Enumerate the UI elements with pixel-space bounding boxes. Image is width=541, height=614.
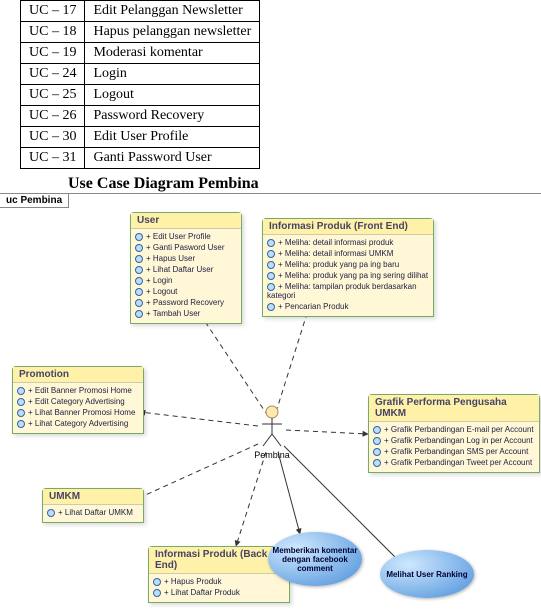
usecase-item: + Grafik Perbandingan Log in per Account xyxy=(373,435,535,446)
actor-pembina: Pembina xyxy=(252,404,292,460)
usecase-item: + Meliha: tampilan produk berdasarkan ka… xyxy=(267,281,429,301)
bullet-icon xyxy=(267,272,275,280)
table-row: UC – 31Ganti Password User xyxy=(21,148,260,169)
bullet-icon xyxy=(267,250,275,258)
usecase-item: + Grafik Perbandingan SMS per Account xyxy=(373,446,535,457)
use-case-table: UC – 17Edit Pelanggan Newsletter UC – 18… xyxy=(20,0,260,169)
package-title: Promotion xyxy=(13,367,143,383)
uc-name: Hapus pelanggan newsletter xyxy=(85,22,260,43)
usecase-item: + Meliha: produk yang pa ing sering dili… xyxy=(267,270,429,281)
actor-icon xyxy=(257,404,287,448)
uc-code: UC – 19 xyxy=(21,43,85,64)
usecase-item: + Lihat Daftar UMKM xyxy=(47,507,139,518)
uc-code: UC – 31 xyxy=(21,148,85,169)
frame-label: uc Pembina xyxy=(0,194,69,208)
use-case-diagram: uc Pembina User + Edit User Profile + Ga… xyxy=(0,193,541,614)
bullet-icon xyxy=(267,239,275,247)
bullet-icon xyxy=(17,420,25,428)
bullet-icon xyxy=(17,398,25,406)
uc-name: Ganti Password User xyxy=(85,148,260,169)
package-title: Informasi Produk (Front End) xyxy=(263,219,433,235)
usecase-item: + Password Recovery xyxy=(135,297,237,308)
usecase-item: + Grafik Perbandingan E-mail per Account xyxy=(373,424,535,435)
usecase-item: + Grafik Perbandingan Tweet per Account xyxy=(373,457,535,468)
package-title: Grafik Performa Pengusaha UMKM xyxy=(369,395,539,422)
table-row: UC – 18Hapus pelanggan newsletter xyxy=(21,22,260,43)
usecase-item: + Hapus User xyxy=(135,253,237,264)
bullet-icon xyxy=(153,589,161,597)
package-title: User xyxy=(131,213,241,229)
bullet-icon xyxy=(373,448,381,456)
usecase-item: + Pencarian Produk xyxy=(267,301,429,312)
bullet-icon xyxy=(135,266,143,274)
bullet-icon xyxy=(47,509,55,517)
bullet-icon xyxy=(135,244,143,252)
package-promotion: Promotion + Edit Banner Promosi Home + E… xyxy=(12,366,144,434)
uc-code: UC – 18 xyxy=(21,22,85,43)
table-row: UC – 19Moderasi komentar xyxy=(21,43,260,64)
bullet-icon xyxy=(267,261,275,269)
bullet-icon xyxy=(17,409,25,417)
usecase-comment: Memberikan komentar dengan facebook comm… xyxy=(268,532,362,586)
package-info-front: Informasi Produk (Front End) + Meliha: d… xyxy=(262,218,434,317)
uc-code: UC – 26 xyxy=(21,106,85,127)
usecase-item: + Edit Banner Promosi Home xyxy=(17,385,139,396)
usecase-item: + Hapus Produk xyxy=(153,576,285,587)
table-row: UC – 25Logout xyxy=(21,85,260,106)
usecase-item: + Meliha: produk yang pa ing baru xyxy=(267,259,429,270)
usecase-item: + Meliha: detail informasi produk xyxy=(267,237,429,248)
bullet-icon xyxy=(135,255,143,263)
package-grafik: Grafik Performa Pengusaha UMKM + Grafik … xyxy=(368,394,540,473)
uc-code: UC – 24 xyxy=(21,64,85,85)
bullet-icon xyxy=(135,299,143,307)
table-row: UC – 17Edit Pelanggan Newsletter xyxy=(21,1,260,22)
bullet-icon xyxy=(135,277,143,285)
package-umkm: UMKM + Lihat Daftar UMKM xyxy=(42,488,144,523)
bullet-icon xyxy=(373,459,381,467)
table-row: UC – 26Password Recovery xyxy=(21,106,260,127)
bullet-icon xyxy=(373,437,381,445)
uc-name: Login xyxy=(85,64,260,85)
uc-name: Edit User Profile xyxy=(85,127,260,148)
diagram-title: Use Case Diagram Pembina xyxy=(68,175,541,193)
actor-label: Pembina xyxy=(252,450,292,460)
table-row: UC – 30Edit User Profile xyxy=(21,127,260,148)
usecase-item: + Edit Category Advertising xyxy=(17,396,139,407)
bullet-icon xyxy=(267,283,275,291)
usecase-item: + Edit User Profile xyxy=(135,231,237,242)
uc-name: Edit Pelanggan Newsletter xyxy=(85,1,260,22)
table-row: UC – 24Login xyxy=(21,64,260,85)
bullet-icon xyxy=(135,233,143,241)
bullet-icon xyxy=(267,303,275,311)
bullet-icon xyxy=(17,387,25,395)
bullet-icon xyxy=(153,578,161,586)
bullet-icon xyxy=(135,288,143,296)
uc-code: UC – 30 xyxy=(21,127,85,148)
uc-code: UC – 25 xyxy=(21,85,85,106)
usecase-item: + Meliha: detail informasi UMKM xyxy=(267,248,429,259)
bullet-icon xyxy=(135,310,143,318)
usecase-item: + Ganti Pasword User xyxy=(135,242,237,253)
uc-name: Moderasi komentar xyxy=(85,43,260,64)
usecase-item: + Tambah User xyxy=(135,308,237,319)
usecase-item: + Logout xyxy=(135,286,237,297)
usecase-ranking: Melihat User Ranking xyxy=(380,550,474,598)
usecase-item: + Lihat Banner Promosi Home xyxy=(17,407,139,418)
package-title: UMKM xyxy=(43,489,143,505)
uc-name: Logout xyxy=(85,85,260,106)
uc-code: UC – 17 xyxy=(21,1,85,22)
usecase-item: + Lihat Daftar User xyxy=(135,264,237,275)
uc-name: Password Recovery xyxy=(85,106,260,127)
usecase-item: + Lihat Category Advertising xyxy=(17,418,139,429)
bullet-icon xyxy=(373,426,381,434)
package-user: User + Edit User Profile + Ganti Pasword… xyxy=(130,212,242,324)
usecase-item: + Lihat Daftar Produk xyxy=(153,587,285,598)
usecase-item: + Login xyxy=(135,275,237,286)
